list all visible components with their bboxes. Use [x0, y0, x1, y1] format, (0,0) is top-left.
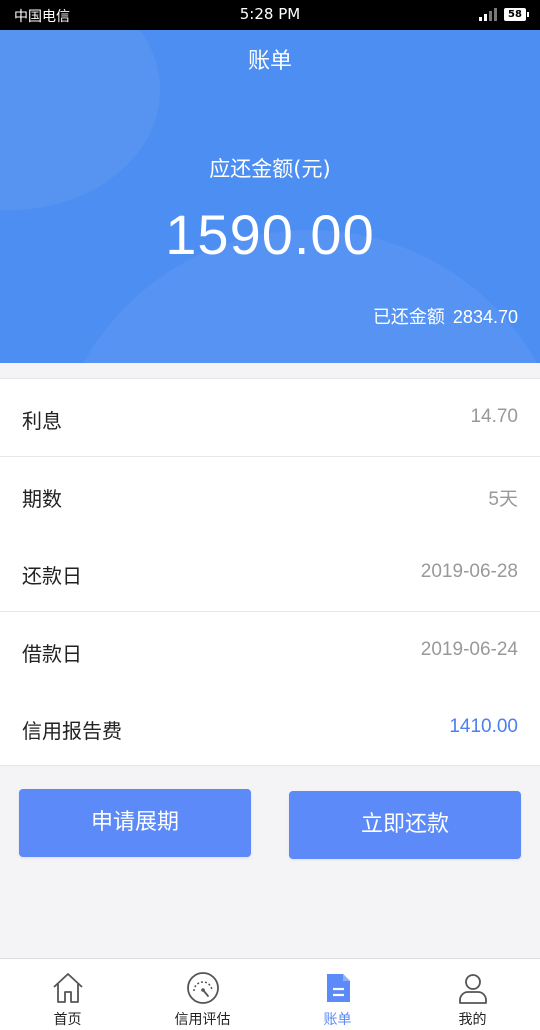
detail-label: 利息 [22, 409, 62, 433]
amount-due-label: 应还金额(元) [209, 157, 331, 181]
tab-bill[interactable]: 账单 [270, 959, 405, 1030]
tab-label: 信用评估 [174, 1012, 231, 1028]
detail-label: 信用报告费 [22, 719, 122, 743]
clock: 5:28 PM [239, 5, 301, 23]
bill-icon [326, 974, 350, 1002]
detail-value: 2019-06-24 [420, 639, 518, 660]
status-bar: 中国电信 5:28 PM 58 [0, 0, 540, 30]
bill-details: 利息 14.70 期数 5天 还款日 2019-06-28 借款日 2019-0… [0, 378, 540, 766]
tab-label: 我的 [458, 1012, 487, 1028]
detail-row-loan-date: 借款日 2019-06-24 [0, 612, 540, 689]
detail-row-due-date: 还款日 2019-06-28 [0, 534, 540, 611]
bill-header: 账单 应还金额(元) 1590.00 已还金额 2834.70 [0, 30, 540, 363]
detail-label: 期数 [22, 487, 62, 511]
bottom-tab-bar: 首页 信用评估 账单 我的 [0, 958, 540, 1030]
repaid-label: 已还金额 [372, 307, 445, 328]
detail-label: 还款日 [22, 564, 82, 588]
repay-button[interactable]: 立即还款 [289, 791, 521, 859]
extend-button[interactable]: 申请展期 [19, 789, 251, 857]
tab-home[interactable]: 首页 [0, 959, 135, 1030]
detail-row-interest: 利息 14.70 [0, 379, 540, 456]
detail-value: 1410.00 [449, 716, 518, 737]
user-icon [458, 974, 487, 1004]
home-icon [52, 973, 83, 1003]
detail-row-credit-report-fee: 信用报告费 1410.00 [0, 689, 540, 766]
gauge-icon [186, 972, 219, 1004]
repaid-value: 2834.70 [452, 307, 518, 327]
detail-row-term: 期数 5天 [0, 457, 540, 534]
signal-icon [479, 8, 497, 21]
repaid-amount: 已还金额 2834.70 [373, 303, 518, 329]
tab-credit-assessment[interactable]: 信用评估 [135, 959, 270, 1030]
amount-due-value: 1590.00 [165, 203, 375, 266]
detail-value: 14.70 [470, 406, 518, 427]
detail-label: 借款日 [22, 642, 82, 666]
tab-mine[interactable]: 我的 [405, 959, 540, 1030]
tab-label: 首页 [53, 1012, 82, 1028]
battery-icon: 58 [504, 8, 529, 21]
detail-value: 2019-06-28 [420, 561, 518, 582]
page-title: 账单 [247, 49, 292, 74]
tab-label: 账单 [323, 1012, 352, 1028]
detail-value: 5天 [488, 489, 518, 510]
